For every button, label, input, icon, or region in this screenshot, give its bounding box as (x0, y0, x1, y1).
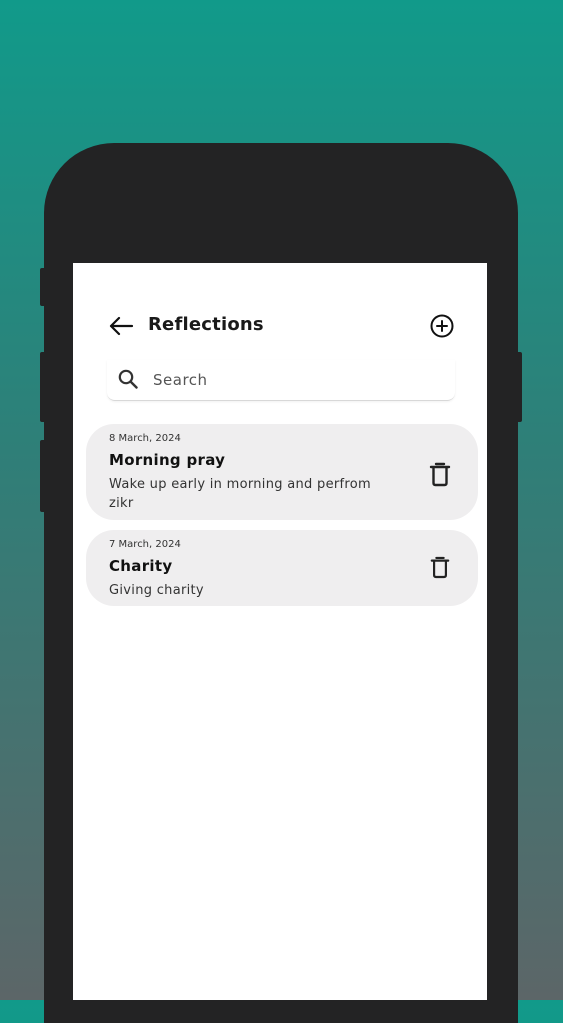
reflection-description: Giving charity (109, 583, 204, 598)
app-screen: Reflections 8 March, 2024 Morning pray W… (73, 263, 487, 1000)
app-header: Reflections (73, 313, 487, 339)
search-bar (107, 360, 455, 401)
delete-reflection-button[interactable] (430, 555, 452, 581)
reflection-title: Morning pray (109, 451, 226, 469)
reflection-date: 7 March, 2024 (109, 539, 181, 550)
arrow-left-icon (109, 316, 134, 336)
plus-circle-icon (430, 314, 454, 338)
delete-reflection-button[interactable] (429, 461, 451, 487)
reflection-date: 8 March, 2024 (109, 433, 181, 444)
search-icon (118, 369, 138, 389)
back-button[interactable] (107, 313, 135, 339)
page-title: Reflections (148, 314, 264, 335)
reflection-title: Charity (109, 557, 173, 575)
search-input[interactable] (151, 366, 445, 394)
reflection-card[interactable]: 8 March, 2024 Morning pray Wake up early… (86, 424, 478, 520)
trash-icon (430, 556, 450, 579)
trash-icon (429, 462, 451, 487)
reflection-card[interactable]: 7 March, 2024 Charity Giving charity (86, 530, 478, 606)
reflection-description: Wake up early in morning and perfrom zik… (109, 477, 371, 511)
add-reflection-button[interactable] (429, 313, 455, 339)
